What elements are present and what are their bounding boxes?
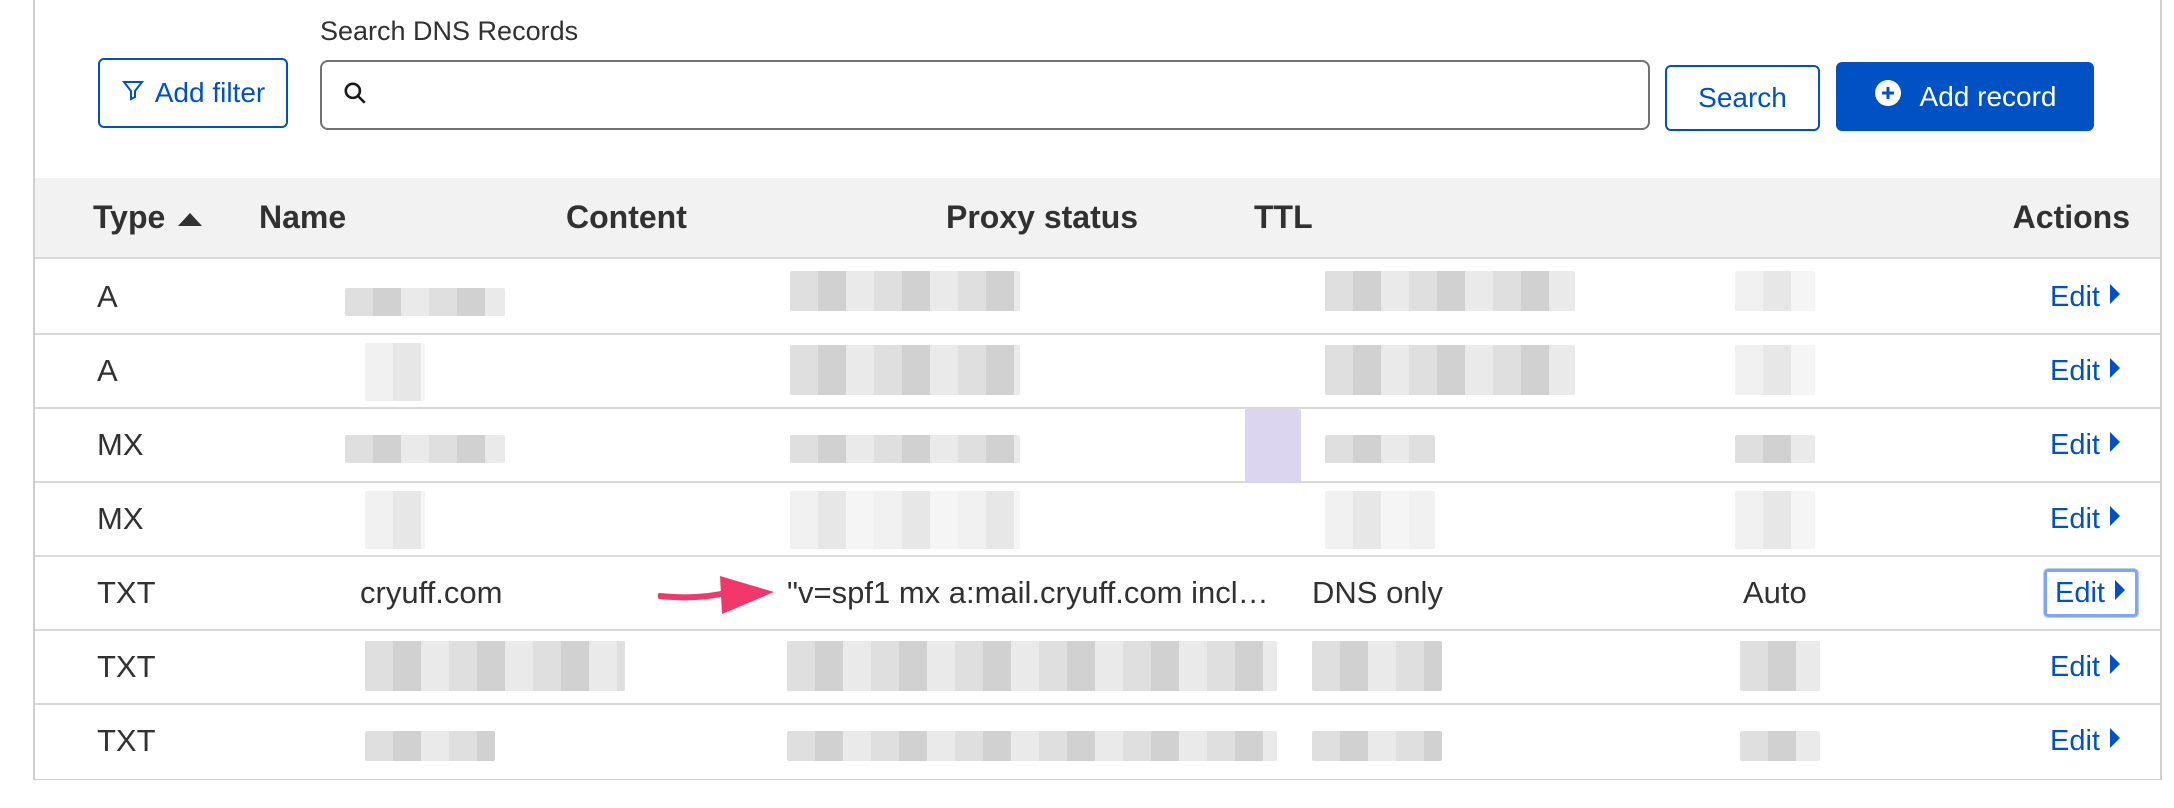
column-header-type-label: Type [93,199,166,235]
redacted-ttl [1735,435,1815,463]
search-label: Search DNS Records [320,16,579,46]
cell-type: TXT [97,723,156,758]
cell-ttl: Auto [1743,575,1807,610]
edit-record-link[interactable]: Edit [2042,643,2130,691]
redacted-ttl [1740,641,1820,691]
cell-name: cryuff.com [360,575,503,610]
edit-label: Edit [2050,502,2100,535]
redacted-ttl [1735,271,1815,311]
redacted-content [790,345,1020,395]
filter-icon [121,77,145,109]
table-row: A Edit [35,261,2160,335]
column-header-name[interactable]: Name [259,178,346,257]
edit-label: Edit [2050,650,2100,683]
table-header: Type Name Content Proxy status TTL Actio… [35,178,2160,259]
column-header-ttl[interactable]: TTL [1254,178,1313,257]
add-record-label: Add record [1919,80,2057,112]
column-header-content[interactable]: Content [566,178,687,257]
search-input[interactable] [384,78,1648,112]
redacted-name [345,435,505,463]
edit-record-link[interactable]: Edit [2042,421,2130,469]
sort-ascending-icon [177,199,203,236]
redacted-proxy-status [1325,435,1435,463]
edit-record-link[interactable]: Edit [2042,495,2130,543]
redacted-content [790,435,1020,463]
cell-type: MX [97,501,144,536]
caret-right-icon [2108,725,2122,758]
redacted-name [345,288,505,316]
redacted-proxy-status [1325,345,1575,395]
edit-label: Edit [2050,354,2100,387]
table-row: A Edit [35,335,2160,409]
redacted-name [365,491,425,549]
redacted-ttl [1735,345,1815,395]
table-row: MX Edit [35,483,2160,557]
redacted-content [790,271,1020,311]
redacted-proxy-status [1312,731,1442,761]
add-filter-button[interactable]: Add filter [98,58,288,128]
redacted-proxy-status [1325,491,1435,549]
cell-proxy-status: DNS only [1312,575,1443,610]
cell-type: A [97,279,118,314]
cell-type: A [97,353,118,388]
table-row: TXT Edit [35,705,2160,779]
redacted-content [790,491,1020,549]
edit-record-link[interactable]: Edit [2042,347,2130,395]
column-header-type[interactable]: Type [93,178,203,257]
cell-content: "v=spf1 mx a:mail.cryuff.com incl… [787,575,1269,610]
cell-type: TXT [97,575,156,610]
redacted-ttl [1735,491,1815,549]
cell-type: TXT [97,649,156,684]
table-row: TXT cryuff.com "v=spf1 mx a:mail.cryuff.… [35,557,2160,631]
table-row: MX Edit [35,409,2160,489]
cell-type: MX [97,427,144,462]
redacted-name [365,641,625,691]
redacted-content [787,731,1277,761]
edit-label: Edit [2050,280,2100,313]
caret-right-icon [2108,355,2122,388]
redacted-ttl [1740,731,1820,761]
search-icon [342,80,368,111]
edit-record-link[interactable]: Edit [2042,273,2130,321]
caret-right-icon [2108,429,2122,462]
arrow-annotation-icon [657,574,776,618]
add-record-button[interactable]: Add record [1836,62,2094,131]
add-filter-label: Add filter [154,77,266,108]
caret-right-icon [2108,281,2122,314]
caret-right-icon [2108,651,2122,684]
edit-label: Edit [2050,428,2100,461]
redacted-content [787,641,1277,691]
caret-right-icon [2113,577,2127,610]
redacted-highlight [1245,409,1301,489]
plus-circle-icon [1874,79,1902,114]
edit-record-link[interactable]: Edit [2042,717,2130,765]
caret-right-icon [2108,503,2122,536]
redacted-name [365,343,425,401]
redacted-proxy-status [1325,271,1575,311]
edit-record-link[interactable]: Edit [2044,569,2138,617]
column-header-proxy-status[interactable]: Proxy status [946,178,1138,257]
search-button[interactable]: Search [1665,65,1820,131]
table-row: TXT Edit [35,631,2160,705]
edit-label: Edit [2050,724,2100,757]
column-header-actions: Actions [2012,199,2130,235]
search-field[interactable] [320,60,1650,130]
redacted-name [365,731,495,761]
redacted-proxy-status [1312,641,1442,691]
edit-label: Edit [2055,576,2105,609]
